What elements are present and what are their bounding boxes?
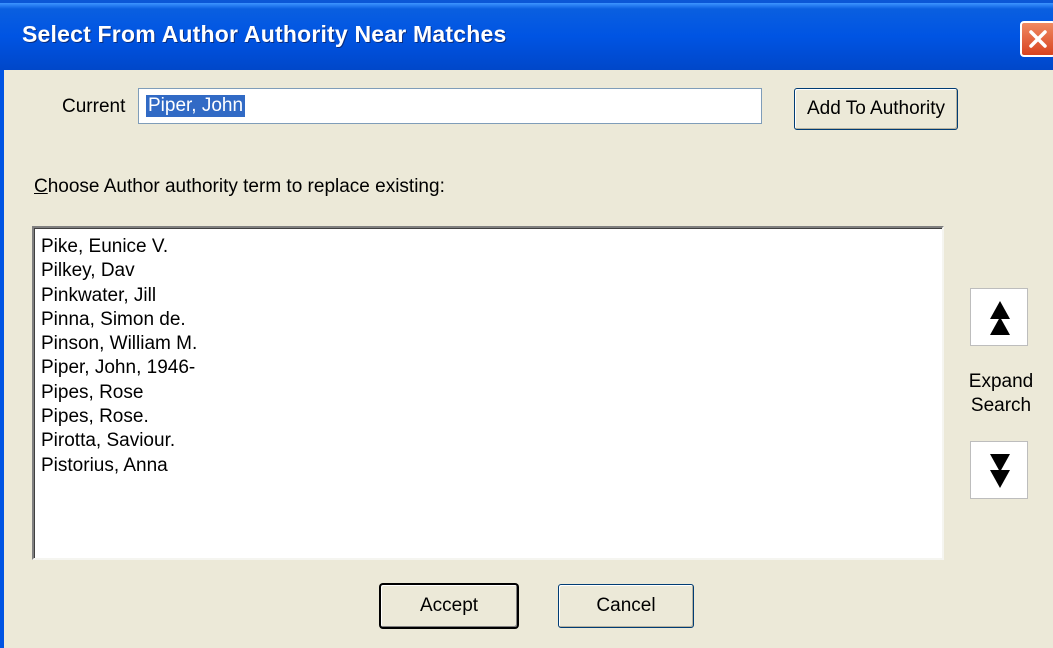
expand-down-button[interactable] — [970, 441, 1028, 499]
expand-down-icon — [990, 454, 1010, 488]
current-input[interactable]: Piper, John — [138, 88, 762, 124]
list-item[interactable]: Pipes, Rose. — [41, 405, 197, 429]
current-label: Current — [62, 96, 126, 117]
close-button[interactable] — [1020, 21, 1053, 57]
list-item[interactable]: Pistorius, Anna — [41, 454, 197, 478]
current-value: Piper, John — [146, 95, 246, 117]
list-item[interactable]: Pirotta, Saviour. — [41, 429, 197, 453]
list-item[interactable]: Pike, Eunice V. — [41, 235, 197, 259]
choose-label: Choose Author authority term to replace … — [34, 176, 445, 198]
choose-accesskey: C — [34, 176, 48, 197]
expand-search-label: Expand Search — [958, 370, 1044, 418]
close-icon — [1029, 30, 1047, 48]
list-item[interactable]: Pinson, William M. — [41, 332, 197, 356]
authority-list[interactable]: Pike, Eunice V. Pilkey, Dav Pinkwater, J… — [32, 226, 944, 560]
list-item[interactable]: Piper, John, 1946- — [41, 356, 197, 380]
accept-button[interactable]: Accept — [380, 584, 518, 628]
expand-up-button[interactable] — [970, 288, 1028, 346]
title-bar: Select From Author Authority Near Matche… — [0, 0, 1053, 70]
list-item[interactable]: Pilkey, Dav — [41, 259, 197, 283]
cancel-button[interactable]: Cancel — [558, 584, 694, 628]
expand-label-line2: Search — [970, 395, 1032, 416]
expand-label-line1: Expand — [968, 371, 1034, 392]
window-border — [0, 70, 4, 648]
list-item[interactable]: Pipes, Rose — [41, 381, 197, 405]
window-title: Select From Author Authority Near Matche… — [22, 21, 507, 47]
list-item[interactable]: Pinkwater, Jill — [41, 284, 197, 308]
expand-up-icon — [990, 301, 1010, 335]
choose-label-text: hoose Author authority term to replace e… — [47, 176, 445, 197]
add-to-authority-button[interactable]: Add To Authority — [794, 88, 958, 130]
list-item[interactable]: Pinna, Simon de. — [41, 308, 197, 332]
